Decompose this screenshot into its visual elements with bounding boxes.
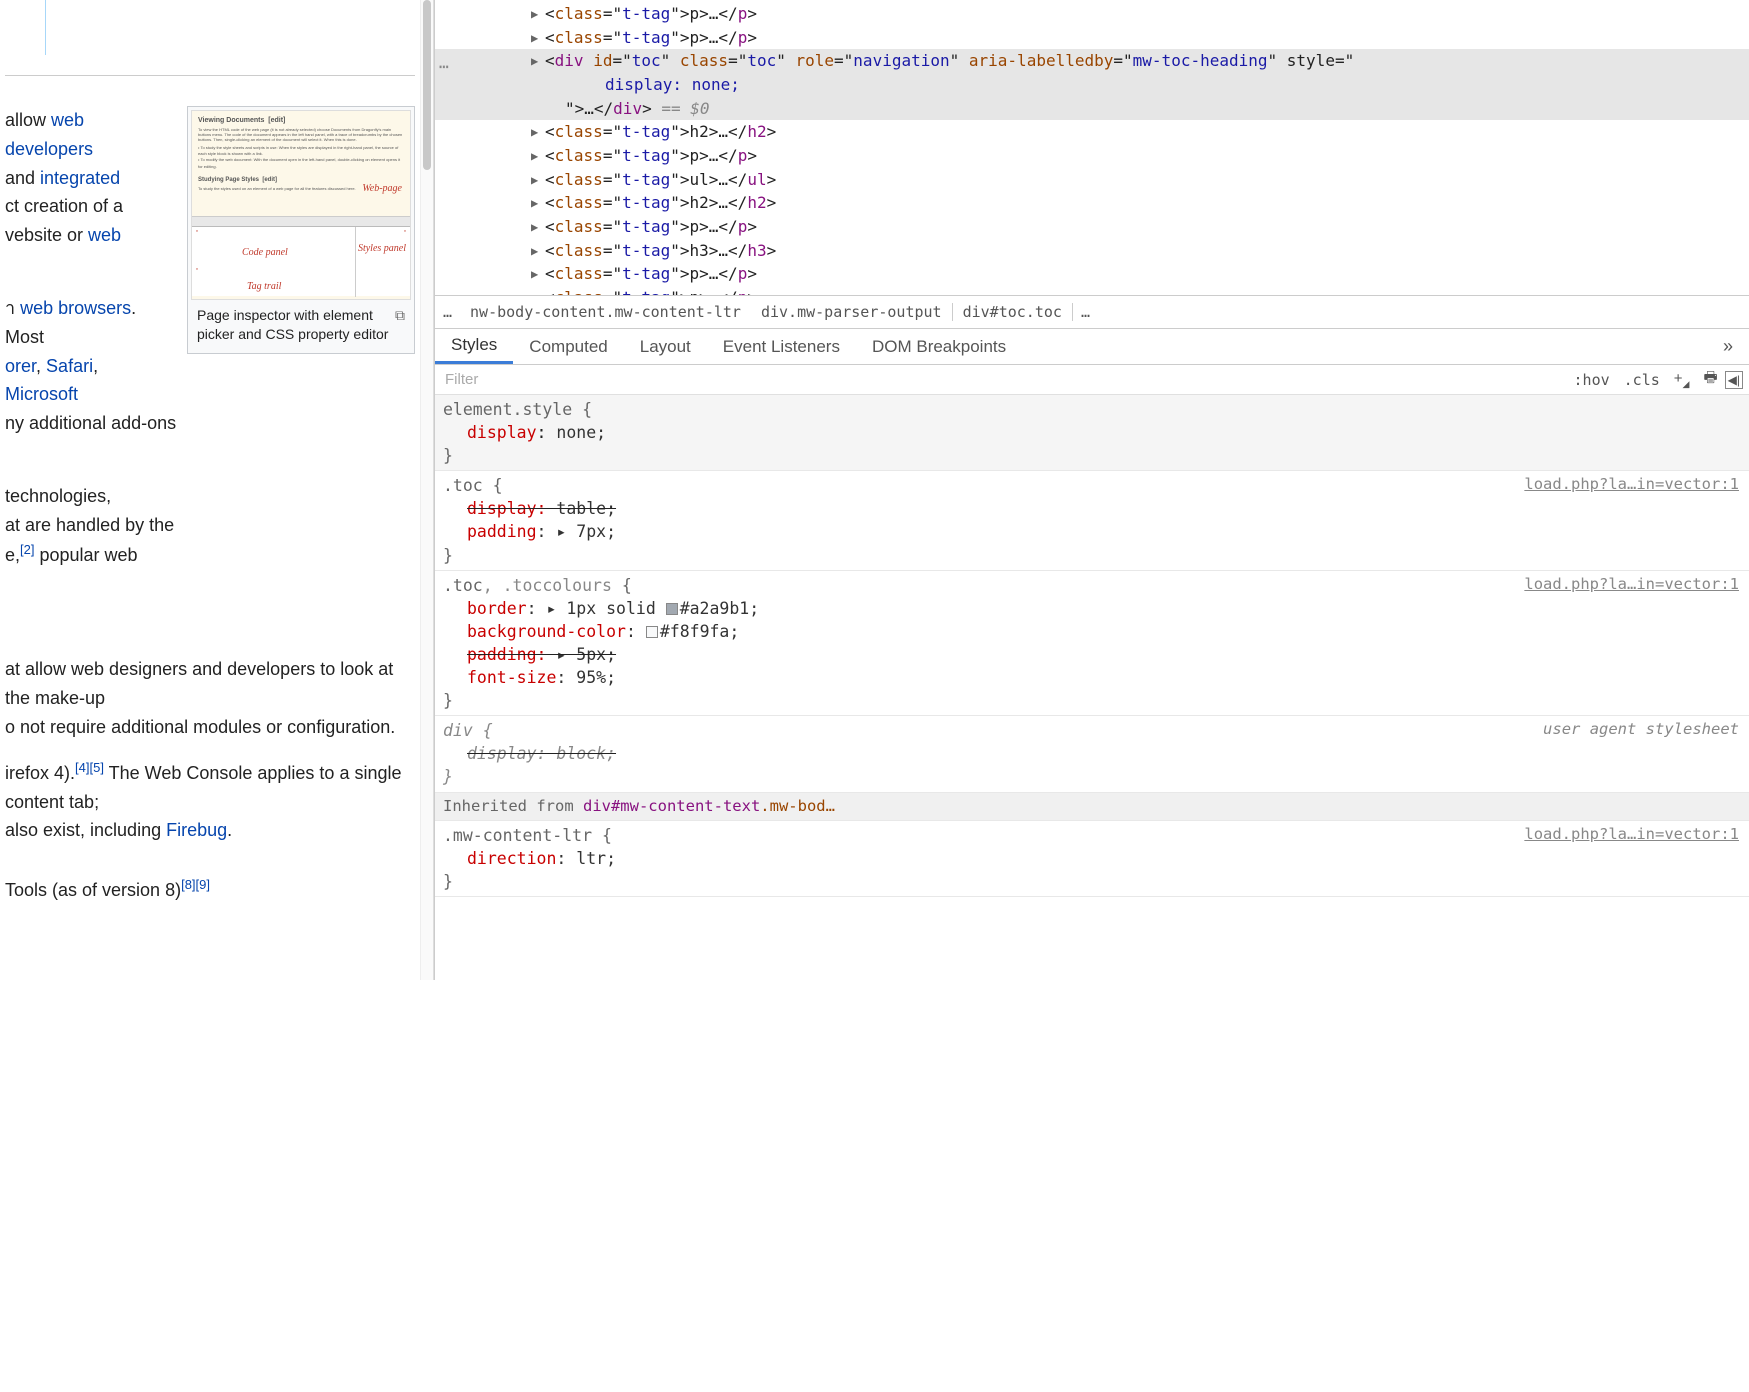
link-firebug[interactable]: Firebug (166, 820, 227, 840)
hov-toggle[interactable]: :hov (1567, 371, 1617, 389)
dom-tree[interactable]: ▶<class="t-tag">p>…</p>▶<class="t-tag">p… (435, 0, 1749, 295)
cls-toggle[interactable]: .cls (1617, 371, 1667, 389)
link-web[interactable]: web (88, 225, 121, 245)
dom-node[interactable]: ▶<class="t-tag">p>…</p> (435, 262, 1749, 286)
tabs-overflow-icon[interactable]: » (1707, 336, 1749, 357)
breadcrumb-more-right[interactable]: … (1073, 303, 1098, 321)
ref-5[interactable]: [5] (90, 760, 104, 775)
tech-paragraph: technologies, at are handled by the e,[2… (5, 482, 415, 569)
rule-element-style[interactable]: element.style { display: none; } (435, 395, 1749, 471)
dom-node[interactable]: ▶<class="t-tag">p>…</p> (435, 144, 1749, 168)
ref-9[interactable]: [9] (196, 877, 210, 892)
thumbnail-figure: Viewing Documents [edit] To view the HTM… (187, 106, 415, 354)
tab-computed[interactable]: Computed (513, 331, 623, 363)
para4: Tools (as of version 8)[8][9] (5, 875, 415, 905)
dom-node-selected[interactable]: ⋯▶<div id="toc" class="toc" role="naviga… (435, 49, 1749, 120)
thumbnail-label-styles: Styles panel (358, 241, 406, 257)
tab-styles[interactable]: Styles (435, 329, 513, 364)
link-integrated[interactable]: integrated (40, 168, 120, 188)
link-web-browsers[interactable]: web browsers (20, 298, 131, 318)
breadcrumb-more-left[interactable]: … (435, 303, 460, 321)
article-content: Viewing Documents [edit] To view the HTM… (0, 0, 420, 980)
rule-source-ua: user agent stylesheet (1543, 719, 1739, 741)
thumbnail-label-webpage: Web-page (362, 181, 402, 197)
rule-toc-toccolours[interactable]: load.php?la…in=vector:1 .toc, .toccolour… (435, 571, 1749, 717)
tab-event-listeners[interactable]: Event Listeners (707, 331, 856, 363)
dom-node[interactable]: ▶<class="t-tag">p>…</p> (435, 286, 1749, 295)
styles-toolbar: Filter :hov .cls +◢ 🖶 ◀| (435, 365, 1749, 395)
tab-dom-breakpoints[interactable]: DOM Breakpoints (856, 331, 1022, 363)
dom-node[interactable]: ▶<class="t-tag">p>…</p> (435, 26, 1749, 50)
rule-source-link[interactable]: load.php?la…in=vector:1 (1524, 574, 1739, 596)
rule-mw-content-ltr[interactable]: load.php?la…in=vector:1 .mw-content-ltr … (435, 821, 1749, 897)
breadcrumb-item[interactable]: nw-body-content.mw-content-ltr (460, 303, 751, 321)
tab-layout[interactable]: Layout (624, 331, 707, 363)
dom-node[interactable]: ▶<class="t-tag">h2>…</h2> (435, 120, 1749, 144)
link-microsoft[interactable]: Microsoft (5, 384, 78, 404)
content-scrollbar[interactable] (420, 0, 434, 980)
new-rule-button[interactable]: +◢ (1667, 370, 1697, 390)
devtools-tabs: Styles Computed Layout Event Listeners D… (435, 329, 1749, 365)
para3: irefox 4).[4][5] The Web Console applies… (5, 758, 415, 845)
para2: at allow web designers and developers to… (5, 655, 415, 741)
ref-4[interactable]: [4] (75, 760, 89, 775)
link-safari[interactable]: Safari (46, 356, 93, 376)
color-swatch[interactable] (666, 603, 678, 615)
inherited-from: Inherited from div#mw-content-text.mw-bo… (435, 793, 1749, 822)
styles-filter-input[interactable]: Filter (435, 371, 1567, 388)
rule-source-link[interactable]: load.php?la…in=vector:1 (1524, 474, 1739, 496)
dom-node[interactable]: ▶<class="t-tag">h3>…</h3> (435, 239, 1749, 263)
breadcrumb-item-active[interactable]: div#toc.toc (952, 303, 1073, 321)
thumbnail-label-trail: Tag trail (247, 279, 281, 295)
ref-2[interactable]: [2] (20, 542, 34, 557)
color-swatch[interactable] (646, 626, 658, 638)
rule-toc[interactable]: load.php?la…in=vector:1 .toc { display: … (435, 471, 1749, 570)
enlarge-icon[interactable]: ⧉ (395, 306, 405, 325)
breadcrumb-item[interactable]: div.mw-parser-output (751, 303, 952, 321)
rule-source-link[interactable]: load.php?la…in=vector:1 (1524, 824, 1739, 846)
device-icon[interactable]: 🖶 (1696, 367, 1724, 392)
dom-node[interactable]: ▶<class="t-tag">ul>…</ul> (435, 168, 1749, 192)
styles-rules[interactable]: element.style { display: none; } load.ph… (435, 395, 1749, 980)
dom-node[interactable]: ▶<class="t-tag">h2>…</h2> (435, 191, 1749, 215)
thumbnail-label-code: Code panel (242, 245, 288, 261)
dom-node[interactable]: ▶<class="t-tag">p>…</p> (435, 2, 1749, 26)
link-orer[interactable]: orer (5, 356, 36, 376)
breadcrumb: … nw-body-content.mw-content-ltr div.mw-… (435, 295, 1749, 329)
rule-div-ua[interactable]: user agent stylesheet div { display: blo… (435, 716, 1749, 792)
thumbnail-image[interactable]: Viewing Documents [edit] To view the HTM… (191, 110, 411, 300)
ref-8[interactable]: [8] (181, 877, 195, 892)
thumbnail-caption: Page inspector with element picker and C… (197, 307, 388, 342)
toggle-sidebar-icon[interactable]: ◀| (1725, 371, 1743, 389)
devtools-panel: ▶<class="t-tag">p>…</p>▶<class="t-tag">p… (434, 0, 1749, 980)
dom-node[interactable]: ▶<class="t-tag">p>…</p> (435, 215, 1749, 239)
